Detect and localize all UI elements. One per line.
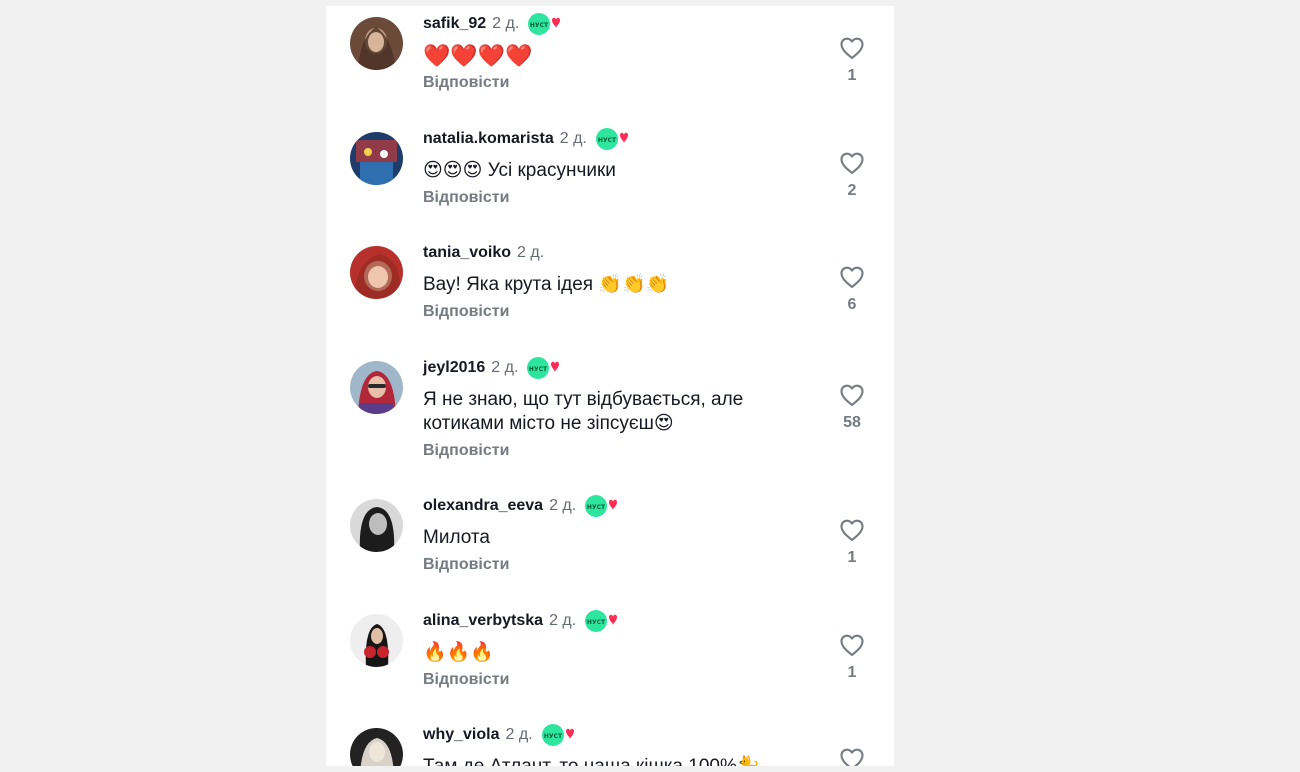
comment-age: 2 д. — [492, 15, 520, 32]
like-button[interactable] — [838, 149, 866, 177]
avatar-image — [350, 132, 403, 185]
like-button[interactable] — [838, 34, 866, 62]
comment-text: Милота — [423, 527, 490, 548]
badge-text: НУСТ — [587, 619, 606, 626]
username[interactable]: why_viola — [423, 726, 499, 744]
badge-text: НУСТ — [598, 137, 617, 144]
reply-button[interactable]: Відповісти — [423, 442, 509, 460]
avatar-image — [350, 499, 403, 552]
like-button[interactable] — [838, 381, 866, 409]
heart-outline-icon — [840, 152, 864, 174]
badge-text: НУСТ — [530, 22, 549, 29]
like-button[interactable] — [838, 263, 866, 291]
username[interactable]: olexandra_eeva — [423, 497, 543, 515]
avatar-image — [350, 728, 403, 766]
like-button[interactable] — [838, 745, 866, 766]
comment-meta: jeyl2016 2 д. НУСТ — [423, 355, 560, 381]
heart-outline-icon — [840, 384, 864, 406]
avatar-image — [350, 361, 403, 414]
like-count: 1 — [847, 67, 857, 84]
nust-badge-icon: НУСТ — [541, 722, 575, 748]
like-button[interactable] — [838, 631, 866, 659]
like-button[interactable] — [838, 516, 866, 544]
comment-meta: tania_voiko 2 д. — [423, 243, 544, 263]
nust-badge-icon: НУСТ — [595, 126, 629, 152]
like-count: 1 — [847, 549, 857, 566]
avatar[interactable] — [350, 246, 403, 299]
comment-text: Там де Атлант, то наша кішка 100%🐈 — [423, 755, 823, 766]
avatar[interactable] — [350, 499, 403, 552]
avatar[interactable] — [350, 728, 403, 766]
avatar[interactable] — [350, 17, 403, 70]
like-count: 6 — [847, 296, 857, 313]
heart-outline-icon — [840, 748, 864, 766]
avatar[interactable] — [350, 614, 403, 667]
comment-age: 2 д. — [505, 726, 533, 743]
reply-button[interactable]: Відповісти — [423, 556, 509, 574]
reply-button[interactable]: Відповісти — [423, 671, 509, 689]
avatar-image — [350, 246, 403, 299]
reply-button[interactable]: Відповісти — [423, 189, 509, 207]
like-count: 1 — [847, 664, 857, 681]
nust-badge-icon: НУСТ — [584, 493, 618, 519]
comment-meta: olexandra_eeva 2 д. НУСТ — [423, 493, 618, 519]
comment-age: 2 д. — [517, 244, 545, 261]
comment-age: 2 д. — [549, 497, 577, 514]
heart-outline-icon — [840, 519, 864, 541]
badge-text: НУСТ — [544, 733, 563, 740]
comment-age: 2 д. — [559, 130, 587, 147]
comment-meta: safik_92 2 д. НУСТ — [423, 11, 561, 37]
heart-outline-icon — [840, 37, 864, 59]
username[interactable]: jeyl2016 — [423, 359, 485, 377]
heart-outline-icon — [840, 634, 864, 656]
avatar-image — [350, 17, 403, 70]
avatar-image — [350, 614, 403, 667]
username[interactable]: natalia.komarista — [423, 130, 554, 148]
comment-meta: why_viola 2 д. НУСТ — [423, 722, 575, 748]
username[interactable]: safik_92 — [423, 15, 486, 33]
comment-age: 2 д. — [491, 359, 519, 376]
comments-panel[interactable]: safik_92 2 д. НУСТ ❤️❤️❤️❤️ Відповісти 1 — [326, 6, 894, 766]
reply-button[interactable]: Відповісти — [423, 303, 509, 321]
comment-text: 😍😍😍 Усі красунчики — [423, 160, 616, 181]
username[interactable]: tania_voiko — [423, 244, 511, 262]
like-count: 2 — [847, 182, 857, 199]
like-count: 58 — [843, 414, 861, 431]
nust-badge-icon: НУСТ — [527, 11, 561, 37]
badge-text: НУСТ — [587, 504, 606, 511]
nust-badge-icon: НУСТ — [584, 608, 618, 634]
comment-meta: natalia.komarista 2 д. НУСТ — [423, 126, 629, 152]
heart-outline-icon — [840, 266, 864, 288]
avatar[interactable] — [350, 132, 403, 185]
avatar[interactable] — [350, 361, 403, 414]
comment-text: Я не знаю, що тут відбувається, але коти… — [423, 389, 744, 434]
badge-text: НУСТ — [529, 366, 548, 373]
reply-button[interactable]: Відповісти — [423, 74, 509, 92]
comment-text: Вау! Яка крута ідея 👏👏👏 — [423, 274, 670, 295]
nust-badge-icon: НУСТ — [526, 355, 560, 381]
username[interactable]: alina_verbytska — [423, 612, 543, 630]
comment-text: 🔥🔥🔥 — [423, 642, 494, 663]
comment-text: ❤️❤️❤️❤️ — [423, 43, 533, 68]
comment-age: 2 д. — [549, 612, 577, 629]
comment-meta: alina_verbytska 2 д. НУСТ — [423, 608, 618, 634]
